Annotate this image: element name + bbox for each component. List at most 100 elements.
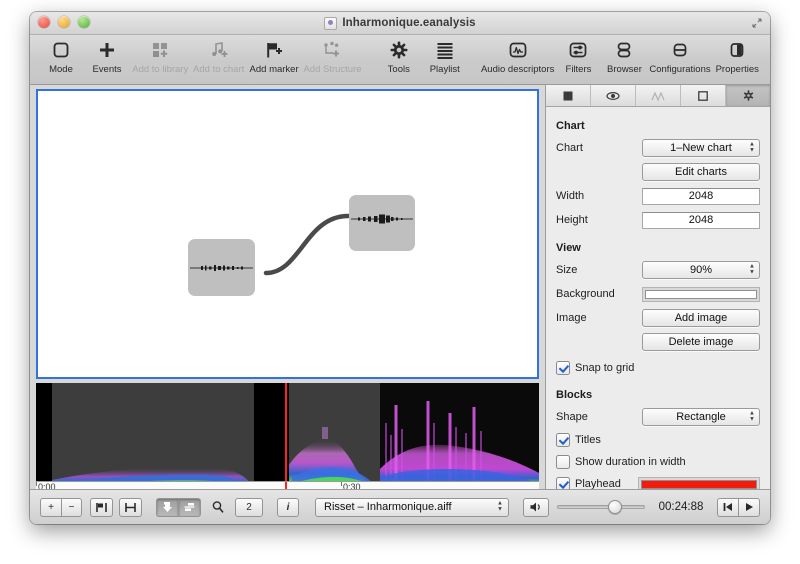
spectrogram-image <box>36 383 539 493</box>
arrow-tool-button[interactable] <box>156 497 178 517</box>
toolbar-label: Add marker <box>249 64 299 75</box>
add-structure-icon <box>322 39 342 61</box>
playhead-marker[interactable] <box>285 383 287 493</box>
tab-settings[interactable] <box>726 85 770 106</box>
remove-button[interactable]: − <box>61 497 82 517</box>
row-delete-image: Delete image <box>556 333 760 351</box>
content-region: 0:00 0:30 Chart Chart 1–New chart ▲ ▼ Ed… <box>30 85 770 524</box>
titles-label: Titles <box>575 434 601 446</box>
add-remove-group: + − <box>40 497 82 517</box>
zoom-level-button[interactable]: 2 <box>235 497 263 517</box>
marker-button[interactable] <box>90 497 113 517</box>
chart-popup-button[interactable]: 1–New chart ▲ ▼ <box>642 139 760 157</box>
block-right <box>349 195 415 251</box>
inspector-content: Chart Chart 1–New chart ▲ ▼ Edit charts … <box>546 107 770 514</box>
tab-envelope[interactable] <box>636 85 681 106</box>
toolbar-item-configurations[interactable]: Configurations <box>647 39 712 75</box>
spectrogram-view[interactable] <box>36 383 539 493</box>
toolbar-item-browser[interactable]: Browser <box>601 39 647 75</box>
titles-checkbox[interactable] <box>556 433 570 447</box>
toolbar-label: Audio descriptors <box>480 64 555 75</box>
gear-icon <box>743 90 753 101</box>
toolbar-item-filters[interactable]: Filters <box>555 39 601 75</box>
show-duration-row[interactable]: Show duration in width <box>556 454 760 470</box>
rewind-icon <box>723 503 732 511</box>
add-button[interactable]: + <box>40 497 61 517</box>
title-container: Inharmonique.eanalysis <box>30 12 770 34</box>
split-tool-icon <box>184 503 195 511</box>
split-tool-button[interactable] <box>178 497 201 517</box>
region-icon <box>125 502 136 512</box>
chevron-updown-icon: ▲ ▼ <box>749 410 755 423</box>
background-color-well[interactable] <box>642 286 760 302</box>
size-popup-button[interactable]: 90% ▲ ▼ <box>642 261 760 279</box>
properties-icon <box>727 39 747 61</box>
width-input[interactable]: 2048 <box>642 187 760 205</box>
screenshot-root: Inharmonique.eanalysis Mode Events Add t… <box>0 0 800 564</box>
add-marker-icon <box>264 39 284 61</box>
row-background: Background <box>556 285 760 303</box>
toolbar-label: Filters <box>565 64 592 75</box>
title-bar: Inharmonique.eanalysis <box>30 12 770 35</box>
snap-to-grid-checkbox[interactable] <box>556 361 570 375</box>
envelope-curve-icon <box>651 90 665 102</box>
transport-bar: + − 2 i Risset – Inharmonique.aiff ▲ ▼ 0… <box>30 489 770 524</box>
toolbar-item-add-marker[interactable]: Add marker <box>247 39 302 75</box>
mode-icon <box>51 39 71 61</box>
toolbar-label: Properties <box>715 64 759 75</box>
edit-charts-button[interactable]: Edit charts <box>642 163 760 181</box>
info-label: i <box>286 501 290 513</box>
magnifier-icon[interactable] <box>211 500 225 514</box>
toolbar-label: Events <box>92 64 122 75</box>
plus-icon <box>97 39 117 61</box>
size-popup-value: 90% <box>689 264 713 276</box>
toolbar-item-properties[interactable]: Properties <box>713 39 763 75</box>
toolbar-item-add-to-chart[interactable]: Add to chart <box>190 39 246 75</box>
block-left <box>188 239 255 296</box>
tab-display[interactable] <box>546 85 591 106</box>
width-value: 2048 <box>688 190 714 202</box>
rewind-button[interactable] <box>717 497 738 517</box>
info-button[interactable]: i <box>277 497 299 517</box>
shape-popup-button[interactable]: Rectangle ▲ ▼ <box>642 408 760 426</box>
toolbar-item-add-to-library[interactable]: Add to library <box>130 39 190 75</box>
tab-shape[interactable] <box>681 85 726 106</box>
chart-canvas[interactable] <box>36 89 539 379</box>
toolbar-label: Add to chart <box>193 64 245 75</box>
row-chart: Chart 1–New chart ▲ ▼ <box>556 139 760 157</box>
delete-image-button[interactable]: Delete image <box>642 333 760 351</box>
toolbar-item-audio-descriptors[interactable]: Audio descriptors <box>480 39 556 75</box>
inspector-panel: Chart Chart 1–New chart ▲ ▼ Edit charts … <box>545 85 770 524</box>
row-edit-charts: Edit charts <box>556 163 760 181</box>
show-duration-checkbox[interactable] <box>556 455 570 469</box>
chart-popup-value: 1–New chart <box>670 142 732 154</box>
section-title-blocks: Blocks <box>556 389 593 401</box>
label-background: Background <box>556 288 615 300</box>
label-image: Image <box>556 312 587 324</box>
volume-button[interactable] <box>522 497 549 517</box>
play-icon <box>746 503 753 511</box>
toolbar-item-playlist[interactable]: Playlist <box>422 39 468 75</box>
label-size: Size <box>556 264 578 276</box>
region-button[interactable] <box>119 497 142 517</box>
add-image-button[interactable]: Add image <box>642 309 760 327</box>
toolbar-item-events[interactable]: Events <box>84 39 130 75</box>
height-input[interactable]: 2048 <box>642 211 760 229</box>
toolbar-item-tools[interactable]: Tools <box>376 39 422 75</box>
toolbar-item-mode[interactable]: Mode <box>38 39 84 75</box>
toolbar-item-add-structure[interactable]: Add Structure <box>301 39 363 75</box>
chevron-updown-icon: ▲ ▼ <box>749 141 755 154</box>
shape-popup-value: Rectangle <box>676 411 726 423</box>
fullscreen-icon[interactable] <box>751 17 763 29</box>
play-button[interactable] <box>738 497 760 517</box>
tab-visibility[interactable] <box>591 85 636 106</box>
volume-slider-knob[interactable] <box>608 500 623 514</box>
arrow-tool-icon <box>163 502 172 512</box>
row-shape: Shape Rectangle ▲ ▼ <box>556 408 760 426</box>
snap-to-grid-row[interactable]: Snap to grid <box>556 360 760 376</box>
file-popup-button[interactable]: Risset – Inharmonique.aiff ▲ ▼ <box>315 497 509 517</box>
titles-row[interactable]: Titles <box>556 432 760 448</box>
volume-slider[interactable] <box>556 498 645 517</box>
playlist-icon <box>435 39 455 61</box>
window-title: Inharmonique.eanalysis <box>342 17 476 29</box>
